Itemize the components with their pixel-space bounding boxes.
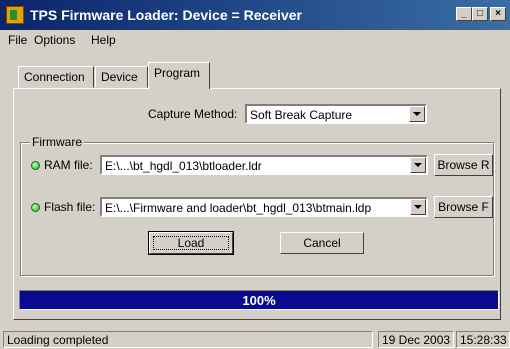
progress-bar: 100% (19, 290, 499, 310)
ram-file-value: E:\...\bt_hgdl_013\btloader.ldr (105, 159, 262, 173)
menu-bar: File Options Help (0, 30, 510, 50)
tab-connection[interactable]: Connection (18, 66, 94, 88)
flash-status-icon (31, 203, 40, 212)
window-title: TPS Firmware Loader: Device = Receiver (30, 7, 302, 23)
status-message: Loading completed (3, 331, 373, 348)
load-button[interactable]: Load (148, 231, 234, 255)
ram-file-select[interactable]: E:\...\bt_hgdl_013\btloader.ldr (100, 155, 428, 175)
tab-program-label: Program (154, 66, 201, 80)
tab-connection-label: Connection (24, 70, 85, 84)
tab-program[interactable]: Program (148, 62, 210, 89)
load-label: Load (177, 236, 205, 250)
status-bar: Loading completed 19 Dec 2003 15:28:33 (0, 330, 510, 349)
menu-help[interactable]: Help (91, 33, 116, 47)
browse-ram-label: Browse R (437, 158, 490, 172)
close-button[interactable]: × (490, 7, 506, 21)
menu-options[interactable]: Options (34, 33, 75, 47)
tab-device[interactable]: Device (95, 66, 148, 88)
title-bar: TPS Firmware Loader: Device = Receiver _… (0, 0, 510, 30)
cancel-label: Cancel (303, 236, 341, 250)
chevron-down-icon[interactable] (410, 199, 426, 215)
capture-method-select[interactable]: Soft Break Capture (245, 104, 427, 124)
ram-status-icon (31, 161, 40, 170)
chevron-down-icon[interactable] (409, 106, 425, 122)
flash-file-label: Flash file: (44, 200, 96, 214)
browse-flash-button[interactable]: Browse F (434, 196, 493, 218)
menu-file[interactable]: File (8, 33, 27, 47)
app-icon[interactable] (6, 6, 24, 24)
progress-text: 100% (242, 293, 276, 308)
status-date: 19 Dec 2003 (378, 331, 454, 348)
capture-method-label: Capture Method: (148, 107, 238, 121)
minimize-button[interactable]: _ (456, 7, 472, 21)
capture-method-value: Soft Break Capture (250, 108, 353, 122)
status-time: 15:28:33 (456, 331, 510, 348)
tab-device-label: Device (101, 70, 138, 84)
flash-file-select[interactable]: E:\...\Firmware and loader\bt_hgdl_013\b… (100, 197, 428, 217)
maximize-button[interactable]: □ (472, 7, 488, 21)
chevron-down-icon[interactable] (410, 157, 426, 173)
ram-file-label: RAM file: (44, 158, 93, 172)
firmware-group-title: Firmware (30, 135, 84, 149)
browse-flash-label: Browse F (438, 200, 489, 214)
flash-file-value: E:\...\Firmware and loader\bt_hgdl_013\b… (105, 201, 372, 215)
cancel-button[interactable]: Cancel (280, 232, 364, 254)
browse-ram-button[interactable]: Browse R (434, 154, 493, 176)
